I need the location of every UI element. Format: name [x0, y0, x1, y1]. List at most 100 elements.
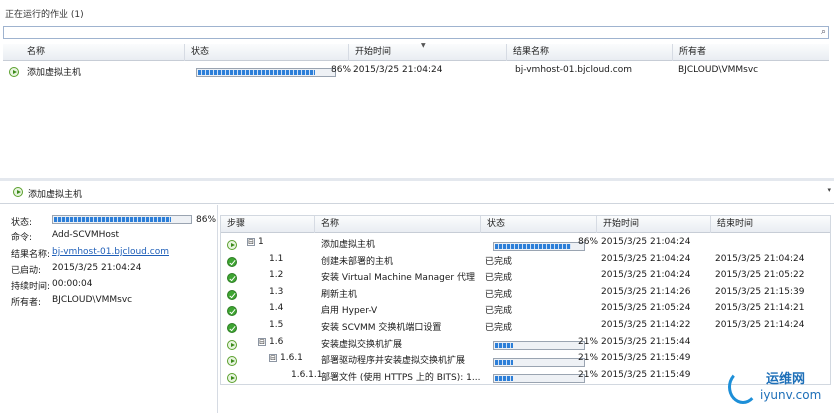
job-name: 添加虚拟主机 [27, 68, 82, 78]
step-row[interactable]: 1.4 启用 Hyper-V 已完成 2015/3/25 21:05:24 2015/3… [221, 300, 830, 317]
owner-value: BJCLOUD\VMMsvc [52, 295, 133, 305]
step-name: 安装 Virtual Machine Manager 代理 [321, 273, 475, 284]
duration-value: 00:00:04 [52, 279, 93, 289]
search-icon[interactable]: ⌕ [821, 27, 826, 37]
col-step-status[interactable]: 状态 [481, 216, 597, 233]
command-value: Add-SCVMHost [52, 230, 120, 240]
completed-icon [227, 306, 237, 317]
status-label: 状态: [11, 218, 33, 228]
sort-arrow-icon: ▼ [421, 42, 426, 49]
completed-icon [227, 273, 237, 284]
step-percent: 21% [578, 353, 599, 364]
job-progress-bar [196, 67, 336, 77]
step-end-time: 2015/3/25 21:14:24 [715, 320, 805, 330]
step-status: 已完成 [485, 323, 513, 333]
watermark-brand: 运维网 [766, 372, 806, 387]
step-name: 创建未部署的主机 [321, 256, 394, 267]
step-start-time: 2015/3/25 21:04:24 [601, 237, 691, 247]
running-icon [227, 240, 237, 250]
step-name: 安装虚拟交换机扩展 [321, 339, 403, 350]
step-percent: 21% [578, 336, 599, 347]
step-number: 1.1 [269, 253, 284, 264]
detail-running-icon [13, 187, 23, 197]
collapse-toggle-icon[interactable]: ⊟ [247, 238, 255, 246]
collapse-toggle-icon[interactable]: ⊟ [258, 337, 266, 346]
job-owner: BJCLOUD\VMMsvc [678, 65, 759, 75]
step-status: 已完成 [485, 256, 513, 267]
job-result-name: bj-vmhost-01.bjcloud.com [515, 65, 632, 75]
step-row[interactable]: 1.3 刷新主机 已完成 2015/3/25 21:14:26 2015/3/25 21… [221, 284, 830, 300]
col-step-end[interactable]: 结束时间 [711, 216, 830, 233]
job-row[interactable]: 添加虚拟主机 86% 2015/3/25 21:04:24 bj-vmhost-… [3, 63, 829, 78]
collapse-icon[interactable]: ▾ [827, 186, 831, 194]
step-status: 已完成 [485, 289, 513, 300]
step-name: 刷新主机 [321, 289, 358, 300]
step-number: 1 [258, 237, 264, 247]
running-icon [9, 67, 19, 77]
running-icon [227, 372, 237, 383]
panel-splitter[interactable] [0, 178, 834, 181]
watermark-swoosh-icon [728, 370, 758, 404]
completed-icon [227, 289, 237, 300]
step-number: 1.6.1 [280, 353, 303, 364]
job-start-time: 2015/3/25 21:04:24 [353, 65, 443, 75]
job-summary: 状态: 86% 命令: Add-SCVMHost 结果名称: bj-vmhost… [0, 205, 218, 413]
step-row[interactable]: 1.2 安装 Virtual Machine Manager 代理 已完成 2015/… [221, 267, 830, 284]
filter-input[interactable]: ⌕ [3, 26, 829, 39]
step-progress-bar [493, 241, 585, 251]
started-value: 2015/3/25 21:04:24 [52, 263, 142, 273]
step-start-time: 2015/3/25 21:05:24 [601, 303, 691, 314]
step-start-time: 2015/3/25 21:15:49 [601, 353, 691, 364]
watermark: 运维网 iyunv.com [728, 364, 832, 410]
step-start-time: 2015/3/25 21:14:22 [601, 320, 691, 330]
step-end-time: 2015/3/25 21:04:24 [715, 253, 805, 264]
col-name[interactable]: 名称 [21, 44, 185, 61]
step-row[interactable]: ⊟ 1 添加虚拟主机 86% 2015/3/25 21:04:24 [221, 234, 830, 251]
collapse-toggle-icon[interactable]: ⊟ [269, 354, 277, 363]
step-row[interactable]: 1.5 安装 SCVMM 交换机端口设置 已完成 2015/3/25 21:14:22… [221, 317, 830, 333]
step-name: 部署文件 (使用 HTTPS 上的 BITS): 1... [321, 372, 481, 383]
job-percent: 86% [331, 65, 352, 75]
step-start-time: 2015/3/25 21:04:24 [601, 253, 691, 264]
step-status: 已完成 [485, 273, 513, 284]
started-label: 已启动: [11, 266, 42, 276]
result-link[interactable]: bj-vmhost-01.bjcloud.com [52, 247, 169, 257]
col-owner[interactable]: 所有者 [673, 44, 829, 61]
completed-icon [227, 256, 237, 267]
step-number: 1.6 [269, 336, 284, 347]
detail-title: 添加虚拟主机 [28, 190, 83, 200]
running-icon [227, 339, 237, 350]
step-start-time: 2015/3/25 21:04:24 [601, 270, 691, 281]
step-number: 1.4 [269, 303, 284, 314]
owner-label: 所有者: [11, 298, 42, 308]
duration-label: 持续时间: [11, 282, 51, 292]
step-status: 已完成 [485, 306, 513, 317]
col-step-name[interactable]: 名称 [315, 216, 481, 233]
step-start-time: 2015/3/25 21:14:26 [601, 286, 691, 297]
jobs-table-header: 名称 状态 开始时间 结果名称 所有者 ▼ [3, 42, 829, 61]
step-name: 启用 Hyper-V [321, 306, 378, 317]
command-label: 命令: [11, 233, 33, 243]
step-row[interactable]: 1.1 创建未部署的主机 已完成 2015/3/25 21:04:24 2015/3/2… [221, 251, 830, 267]
step-end-time: 2015/3/25 21:14:21 [715, 303, 805, 314]
step-name: 部署驱动程序并安装虚拟交换机扩展 [321, 356, 466, 367]
step-end-time: 2015/3/25 21:05:22 [715, 270, 805, 281]
step-name: 安装 SCVMM 交换机端口设置 [321, 323, 442, 333]
col-start-time[interactable]: 开始时间 [349, 44, 507, 61]
step-progress-bar [493, 341, 585, 351]
detail-header: 添加虚拟主机 ▾ [0, 182, 834, 204]
step-number: 1.2 [269, 270, 284, 281]
running-icon [227, 356, 237, 367]
step-start-time: 2015/3/25 21:15:44 [601, 336, 691, 347]
summary-percent: 86% [196, 215, 217, 225]
step-number: 1.3 [269, 286, 284, 297]
col-status[interactable]: 状态 [185, 44, 349, 61]
result-label: 结果名称: [11, 250, 51, 260]
col-step-start[interactable]: 开始时间 [597, 216, 711, 233]
step-row[interactable]: ⊟ 1.6 安装虚拟交换机扩展 21% 2015/3/25 21:15:44 [221, 334, 830, 351]
steps-table: 步骤 名称 状态 开始时间 结束时间 ⊟ 1 添加虚拟主机 86% 2015/3/25 … [220, 215, 831, 385]
col-step[interactable]: 步骤 [221, 216, 315, 233]
running-jobs-panel: 正在运行的作业 (1) ⌕ 名称 状态 开始时间 结果名称 所有者 ▼ 添加虚拟… [0, 0, 834, 178]
col-result-name[interactable]: 结果名称 [507, 44, 673, 61]
steps-body: ⊟ 1 添加虚拟主机 86% 2015/3/25 21:04:24 1.1 创建未部署的主机… [221, 234, 830, 384]
